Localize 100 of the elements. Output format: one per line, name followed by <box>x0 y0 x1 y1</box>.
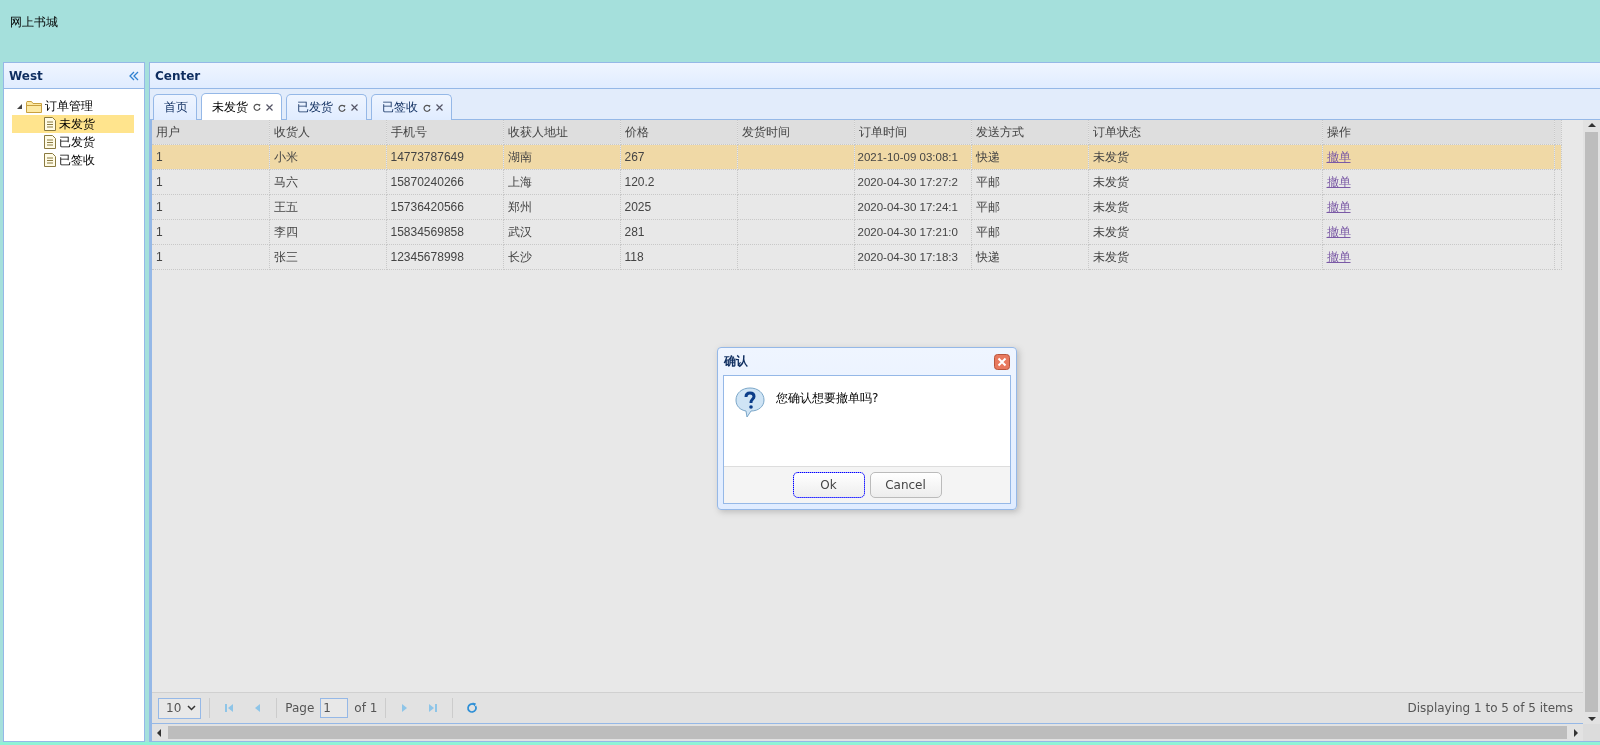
column-header[interactable]: 手机号 <box>386 120 503 145</box>
table-cell: 平邮 <box>975 224 1000 239</box>
column-header[interactable]: 发货时间 <box>737 120 854 145</box>
table-row[interactable]: 1 张三 12345678998 长沙 118 2020-04-30 17:18:3 快递 未发货 撤单 <box>152 244 1562 270</box>
table-cell: 2021-10-09 03:08:1 <box>857 151 958 163</box>
column-header[interactable]: 订单时间 <box>854 120 971 145</box>
column-header[interactable]: 收获人地址 <box>503 120 620 145</box>
table-cell: 2020-04-30 17:21:0 <box>857 226 958 238</box>
table-cell: 武汉 <box>507 224 532 239</box>
close-icon[interactable] <box>994 353 1010 370</box>
column-header[interactable]: 收货人 <box>269 120 386 145</box>
table-cell: 2020-04-30 17:24:1 <box>857 201 958 213</box>
vertical-scrollbar[interactable] <box>1583 120 1600 724</box>
table-row[interactable]: 1 王五 15736420566 郑州 2025 2020-04-30 17:24:1 平邮 未发货 撤单 <box>152 194 1562 220</box>
table-cell: 1 <box>156 250 163 264</box>
table-cell: 未发货 <box>1092 174 1129 189</box>
table-cell: 15834569858 <box>390 225 464 239</box>
table-cell: 张三 <box>273 249 298 264</box>
cancel-order-link[interactable]: 撤单 <box>1326 249 1351 264</box>
folder-icon <box>26 99 42 113</box>
document-icon <box>44 153 56 167</box>
reload-icon[interactable] <box>338 103 346 112</box>
chevron-down-icon <box>187 705 197 711</box>
panel-title: Center <box>155 68 201 83</box>
reload-icon[interactable] <box>253 103 261 111</box>
close-icon[interactable] <box>266 103 273 111</box>
scroll-up-icon[interactable] <box>1587 120 1596 130</box>
table-cell: 1 <box>156 225 163 239</box>
table-cell: 长沙 <box>507 249 532 264</box>
scroll-down-icon[interactable] <box>1587 714 1596 724</box>
pagination-info: Displaying 1 to 5 of 5 items <box>1407 701 1574 715</box>
tab[interactable]: 已签收 <box>371 94 452 120</box>
question-icon <box>734 386 766 418</box>
cancel-order-link[interactable]: 撤单 <box>1326 224 1351 239</box>
page-count-label: of 1 <box>354 701 378 715</box>
table-cell: 李四 <box>273 224 298 239</box>
page-label: Page <box>285 701 315 715</box>
table-cell: 快递 <box>975 149 1000 164</box>
dialog-message: 您确认想要撤单吗? <box>776 390 879 407</box>
dialog-button[interactable]: Ok <box>792 472 865 498</box>
table-cell: 267 <box>624 150 645 164</box>
cancel-order-link[interactable]: 撤单 <box>1326 174 1351 189</box>
table-cell: 281 <box>624 225 645 239</box>
table-cell: 120.2 <box>624 175 655 189</box>
table-cell: 2020-04-30 17:27:2 <box>857 176 958 188</box>
reload-icon[interactable] <box>423 103 431 112</box>
cancel-order-link[interactable]: 撤单 <box>1326 199 1351 214</box>
table-cell: 平邮 <box>975 174 1000 189</box>
document-icon <box>44 117 56 131</box>
table-cell: 王五 <box>273 199 298 214</box>
app-title: 网上书城 <box>10 15 58 29</box>
scrollbar-corner <box>1583 724 1600 741</box>
table-cell: 未发货 <box>1092 199 1129 214</box>
table-cell: 小米 <box>273 149 298 164</box>
table-cell: 12345678998 <box>390 250 464 264</box>
table-cell: 2020-04-30 17:18:3 <box>857 251 958 263</box>
dialog-button[interactable]: Cancel <box>869 472 942 498</box>
refresh-icon[interactable] <box>466 702 479 714</box>
table-cell: 15736420566 <box>390 200 464 214</box>
table-cell: 上海 <box>507 174 532 189</box>
document-icon <box>44 135 56 149</box>
column-header[interactable]: 操作 <box>1322 120 1554 145</box>
tree-item[interactable]: 已签收 <box>59 151 95 169</box>
table-cell: 未发货 <box>1092 224 1129 239</box>
tab[interactable]: 已发货 <box>286 94 367 120</box>
page-number-field[interactable]: 1 <box>320 698 349 718</box>
table-cell: 郑州 <box>507 199 532 214</box>
cancel-order-link[interactable]: 撤单 <box>1326 149 1351 164</box>
tab[interactable]: 未发货 <box>201 93 282 120</box>
table-cell: 1 <box>156 175 163 189</box>
table-cell: 1 <box>156 200 163 214</box>
column-header[interactable]: 发送方式 <box>971 120 1088 145</box>
table-cell: 未发货 <box>1092 149 1129 164</box>
scroll-right-icon[interactable] <box>1571 728 1581 737</box>
tree-item[interactable]: 已发货 <box>59 133 95 151</box>
table-cell: 14773787649 <box>390 150 464 164</box>
table-cell: 湖南 <box>507 149 532 164</box>
tree-item[interactable]: 订单管理 <box>45 97 93 115</box>
page-size-select[interactable]: 10 <box>158 697 202 719</box>
column-header[interactable]: 用户 <box>152 120 269 145</box>
table-row[interactable]: 1 李四 15834569858 武汉 281 2020-04-30 17:21:0 平邮 未发货 撤单 <box>152 219 1562 245</box>
collapse-icon[interactable] <box>129 70 139 81</box>
table-cell: 118 <box>624 250 644 264</box>
column-header[interactable]: 价格 <box>620 120 737 145</box>
expanded-triangle-icon[interactable] <box>16 102 23 110</box>
table-cell: 2025 <box>624 200 652 214</box>
column-header[interactable]: 订单状态 <box>1088 120 1322 145</box>
tab[interactable]: 首页 <box>153 94 197 120</box>
table-cell: 快递 <box>975 249 1000 264</box>
table-row[interactable]: 1 马六 15870240266 上海 120.2 2020-04-30 17:27:2 平邮 未发货 撤单 <box>152 169 1562 195</box>
table-cell: 马六 <box>273 174 298 189</box>
table-row[interactable]: 1 小米 14773787649 湖南 267 2021-10-09 03:08:1 快递 未发货 撤单 <box>152 144 1562 170</box>
close-icon[interactable] <box>351 104 358 111</box>
horizontal-scrollbar[interactable] <box>152 724 1583 741</box>
table-cell: 1 <box>156 150 163 164</box>
table-cell: 平邮 <box>975 199 1000 214</box>
table-cell: 未发货 <box>1092 249 1129 264</box>
close-icon[interactable] <box>436 104 443 111</box>
panel-title: West <box>9 68 43 83</box>
table-cell: 15870240266 <box>390 175 464 189</box>
